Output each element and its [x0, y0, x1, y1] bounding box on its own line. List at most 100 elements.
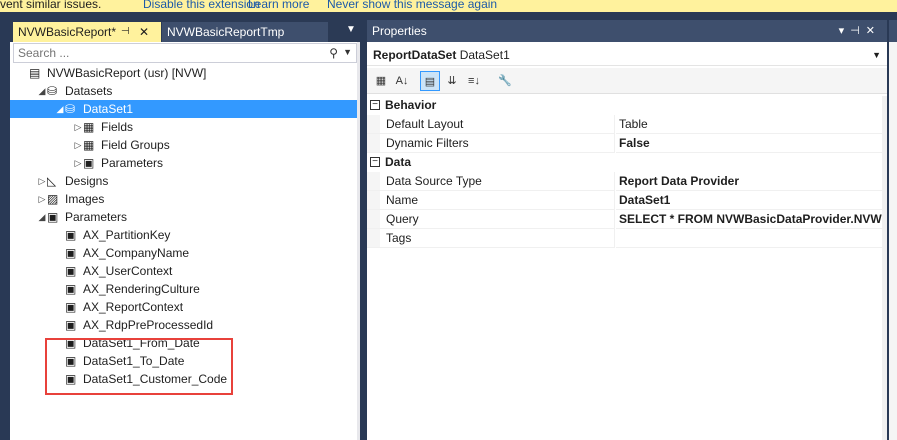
vertical-scrollbar[interactable]: [882, 96, 887, 440]
expanded-arrow-icon[interactable]: ◢: [55, 100, 65, 118]
parameter-icon: ▣: [65, 228, 77, 242]
property-value[interactable]: Report Data Provider: [616, 172, 882, 191]
tree-item[interactable]: ◢ ⛁ DataSet1: [10, 100, 357, 118]
pin-icon[interactable]: ⊣: [121, 22, 130, 42]
collapse-icon[interactable]: −: [370, 157, 380, 167]
panel-title: Properties: [372, 24, 427, 38]
close-icon[interactable]: ✕: [866, 25, 881, 37]
tree-item-label: AX_CompanyName: [83, 246, 190, 260]
search-icon[interactable]: ⚲: [329, 46, 338, 60]
tab-nvwbasicreporttmp[interactable]: NVWBasicReportTmp: [162, 22, 328, 42]
property-name: Tags: [367, 229, 615, 248]
alphabetical-icon[interactable]: A↓: [392, 71, 412, 91]
sort-icon[interactable]: ≡↓: [464, 71, 484, 91]
tree-item-label: AX_RenderingCulture: [83, 282, 200, 296]
chevron-down-icon[interactable]: ▼: [872, 44, 881, 66]
property-row[interactable]: Dynamic Filters False: [367, 134, 882, 153]
highlight-box-parameters: [45, 338, 233, 395]
never-show-link[interactable]: Never show this message again: [327, 0, 497, 12]
properties-toolbar: ▦ A↓ ▤ ⇊ ≡↓ 🔧: [367, 68, 887, 94]
property-value[interactable]: Table: [616, 115, 882, 134]
disable-extension-link[interactable]: Disable this extension: [143, 0, 260, 12]
property-value[interactable]: False: [616, 134, 882, 153]
tree-item[interactable]: ◢ ▣ Parameters: [10, 208, 357, 226]
property-category[interactable]: − Data: [367, 153, 882, 172]
parameters-icon: ▣: [83, 156, 95, 170]
tree-item-label: Parameters: [101, 156, 164, 170]
property-value[interactable]: [616, 229, 882, 248]
object-type: ReportDataSet: [373, 48, 457, 62]
object-name: DataSet1: [459, 48, 510, 62]
tree-item[interactable]: ▷ ▦ Field Groups: [10, 136, 357, 154]
tree-item[interactable]: ▷ ◺ Designs: [10, 172, 357, 190]
property-row[interactable]: Tags: [367, 229, 882, 248]
fields-icon: ▦: [83, 120, 95, 134]
collapsed-arrow-icon[interactable]: ▷: [73, 118, 83, 136]
close-icon[interactable]: ✕: [139, 22, 149, 42]
dataset-icon: ⛁: [65, 102, 76, 116]
pin-icon[interactable]: ⊣: [850, 25, 866, 37]
tree-item[interactable]: ▤ NVWBasicReport (usr) [NVW]: [10, 64, 357, 82]
collapsed-arrow-icon[interactable]: ▷: [37, 172, 47, 190]
property-row[interactable]: Query SELECT * FROM NVWBasicDataProvider.…: [367, 210, 882, 229]
property-category[interactable]: − Behavior: [367, 96, 882, 115]
tree-item-label: AX_ReportContext: [83, 300, 184, 314]
expanded-arrow-icon[interactable]: ◢: [37, 208, 47, 226]
property-row[interactable]: Name DataSet1: [367, 191, 882, 210]
tree-item[interactable]: ▷ ▣ Parameters: [10, 154, 357, 172]
categorized-icon[interactable]: ▦: [371, 71, 391, 91]
properties-panel: Properties ▾⊣✕ ReportDataSet DataSet1 ▼ …: [367, 20, 887, 440]
properties-icon[interactable]: ▤: [420, 71, 440, 91]
tree-item[interactable]: ◢ ⛁ Datasets: [10, 82, 357, 100]
tree-item[interactable]: ▣ AX_RenderingCulture: [10, 280, 357, 298]
property-name: Name: [367, 191, 615, 210]
tree-item[interactable]: ▣ AX_PartitionKey: [10, 226, 357, 244]
tab-label: NVWBasicReportTmp: [167, 25, 285, 39]
tab-nvwbasicreport[interactable]: NVWBasicReport* ⊣ ✕: [13, 22, 161, 42]
object-selector[interactable]: ReportDataSet DataSet1 ▼: [367, 44, 887, 66]
tree-item[interactable]: ▷ ▦ Fields: [10, 118, 357, 136]
property-row[interactable]: Default Layout Table: [367, 115, 882, 134]
infobar-text: vent similar issues.: [0, 0, 102, 11]
report-icon: ▤: [29, 66, 41, 80]
parameter-icon: ▣: [65, 282, 77, 296]
document-tab-strip: NVWBasicReport* ⊣ ✕ NVWBasicReportTmp ▼: [10, 20, 360, 42]
collapsed-arrow-icon[interactable]: ▷: [73, 136, 83, 154]
property-name: Data Source Type: [367, 172, 615, 191]
expanded-arrow-icon[interactable]: ◢: [37, 82, 47, 100]
tree-item[interactable]: ▣ AX_UserContext: [10, 262, 357, 280]
tree-item[interactable]: ▣ AX_RdpPreProcessedId: [10, 316, 357, 334]
tree-item[interactable]: ▣ AX_CompanyName: [10, 244, 357, 262]
tree-item[interactable]: ▣ AX_ReportContext: [10, 298, 357, 316]
vertical-scrollbar[interactable]: [357, 42, 360, 440]
search-input[interactable]: [14, 44, 314, 62]
property-row[interactable]: Data Source Type Report Data Provider: [367, 172, 882, 191]
tab-label: NVWBasicReport*: [18, 25, 117, 39]
tree-item-label: Datasets: [65, 84, 113, 98]
category-label: Behavior: [385, 98, 437, 112]
collapsed-arrow-icon[interactable]: ▷: [73, 154, 83, 172]
events-icon[interactable]: ⇊: [442, 71, 462, 91]
tree-item[interactable]: ▷ ▨ Images: [10, 190, 357, 208]
property-value[interactable]: SELECT * FROM NVWBasicDataProvider.NVWBa: [616, 210, 882, 229]
parameter-icon: ▣: [65, 318, 77, 332]
window-position-icon[interactable]: ▾: [839, 25, 851, 37]
search-box: ⚲ ▼: [13, 43, 357, 63]
category-label: Data: [385, 155, 412, 169]
side-panel-title-edge: [889, 20, 897, 42]
parameter-icon: ▣: [65, 264, 77, 278]
collapsed-arrow-icon[interactable]: ▷: [37, 190, 47, 208]
parameter-icon: ▣: [65, 246, 77, 260]
tree-item-label: DataSet1: [83, 102, 134, 116]
collapse-icon[interactable]: −: [370, 100, 380, 110]
tab-overflow-icon[interactable]: ▼: [346, 24, 356, 35]
tree-item-label: Parameters: [65, 210, 128, 224]
tree-item-label: AX_RdpPreProcessedId: [83, 318, 214, 332]
designs-icon: ◺: [47, 174, 57, 188]
search-options-icon[interactable]: ▼: [343, 47, 352, 57]
property-value[interactable]: DataSet1: [616, 191, 882, 210]
wrench-icon[interactable]: 🔧: [495, 71, 515, 91]
extension-infobar: vent similar issues. Disable this extens…: [0, 0, 897, 12]
datasets-icon: ⛁: [47, 84, 58, 98]
learn-more-link[interactable]: Learn more: [248, 0, 309, 12]
